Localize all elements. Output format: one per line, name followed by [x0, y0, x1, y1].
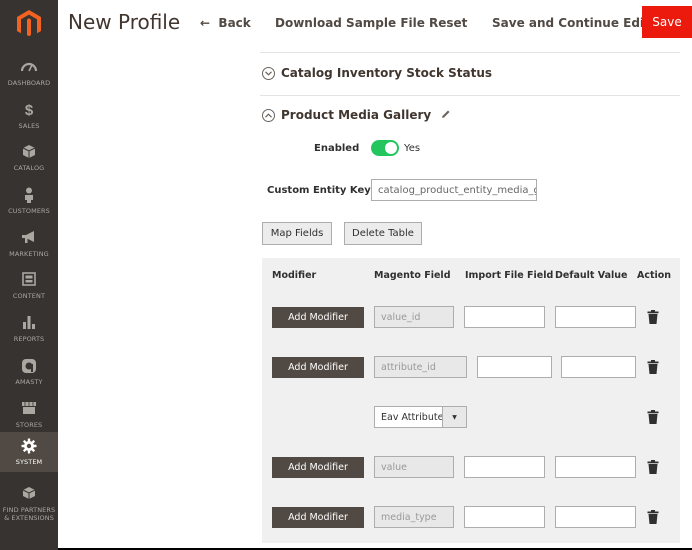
sidebar-label: MARKETING	[9, 250, 49, 258]
sidebar-label: AMASTY	[15, 378, 43, 386]
add-modifier-button[interactable]: Add Modifier	[272, 507, 364, 528]
storefront-icon	[0, 401, 58, 421]
import-field-input[interactable]	[464, 306, 545, 328]
section-divider-top	[260, 52, 680, 53]
sidebar-label: SALES	[18, 122, 40, 130]
section-divider	[260, 95, 680, 96]
sidebar-label: FIND PARTNERS	[2, 506, 56, 514]
import-field-input[interactable]	[464, 506, 545, 528]
enabled-toggle[interactable]	[371, 140, 399, 156]
dollar-icon: $	[24, 102, 34, 119]
sidebar-item-amasty[interactable]: AMASTY	[0, 352, 58, 392]
add-modifier-button[interactable]: Add Modifier	[272, 457, 364, 478]
sidebar-item-find-partners[interactable]: FIND PARTNERS & EXTENSIONS	[0, 480, 58, 524]
add-modifier-button[interactable]: Add Modifier	[272, 307, 364, 328]
magento-field-input[interactable]: value_id	[374, 306, 454, 328]
person-icon	[0, 187, 58, 207]
magento-field-input[interactable]: attribute_id	[374, 356, 467, 378]
amasty-icon	[0, 358, 58, 378]
column-header-default-value: Default Value	[555, 270, 628, 281]
download-sample-button[interactable]: Download Sample File	[275, 16, 425, 30]
sidebar-item-sales[interactable]: $ SALES	[0, 96, 58, 136]
section-title-stock: Catalog Inventory Stock Status	[281, 66, 493, 80]
eav-attribute-select[interactable]: Eav Attribute Option ▼	[374, 406, 467, 428]
reset-button[interactable]: Reset	[429, 16, 467, 30]
magento-field-input[interactable]: value	[374, 456, 454, 478]
save-button[interactable]: Save	[642, 6, 692, 38]
dashboard-icon	[0, 59, 58, 79]
default-value-input[interactable]	[555, 506, 636, 528]
sidebar-item-reports[interactable]: REPORTS	[0, 309, 58, 349]
mapping-table: Modifier Magento Field Import File Field…	[262, 258, 680, 543]
cube-icon	[0, 144, 58, 164]
default-value-input[interactable]	[561, 356, 636, 378]
import-field-input[interactable]	[477, 356, 552, 378]
toggle-knob	[385, 142, 397, 154]
column-header-magento-field: Magento Field	[374, 270, 451, 281]
import-field-input[interactable]	[464, 456, 545, 478]
gear-icon	[0, 438, 58, 458]
sidebar-label: SYSTEM	[15, 458, 43, 466]
dropdown-arrow-icon: ▼	[442, 407, 466, 427]
trash-icon[interactable]	[647, 460, 659, 474]
back-label: Back	[218, 16, 251, 30]
bar-chart-icon	[0, 315, 58, 335]
sidebar-item-dashboard[interactable]: DASHBOARD	[0, 53, 58, 93]
delete-table-button[interactable]: Delete Table	[344, 222, 422, 245]
sidebar-label: CATALOG	[13, 164, 45, 172]
page-header: New Profile ← Back Download Sample File …	[58, 0, 692, 48]
sidebar-item-system[interactable]: SYSTEM	[0, 432, 58, 472]
column-header-action: Action	[637, 270, 672, 281]
section-title-media: Product Media Gallery	[281, 108, 432, 122]
sidebar-item-catalog[interactable]: CATALOG	[0, 138, 58, 178]
box-icon	[0, 486, 58, 506]
trash-icon[interactable]	[647, 410, 659, 424]
enabled-value: Yes	[404, 143, 421, 154]
section-media-gallery[interactable]: Product Media Gallery	[262, 108, 451, 122]
sidebar-label: STORES	[15, 421, 43, 429]
save-continue-button[interactable]: Save and Continue Edit	[492, 16, 650, 30]
back-button[interactable]: ← Back	[200, 16, 251, 30]
sidebar-label: CONTENT	[12, 292, 46, 300]
sidebar-label: CUSTOMERS	[8, 207, 50, 215]
default-value-input[interactable]	[555, 456, 636, 478]
page-title: New Profile	[68, 10, 181, 34]
sidebar-label-2: & EXTENSIONS	[4, 514, 54, 522]
megaphone-icon	[0, 230, 58, 250]
sidebar-label: REPORTS	[13, 335, 45, 343]
arrow-left-icon: ←	[200, 16, 211, 30]
column-header-import-field: Import File Field	[465, 270, 554, 281]
enabled-label: Enabled	[314, 143, 360, 154]
layout-icon	[0, 272, 58, 292]
trash-icon[interactable]	[647, 360, 659, 374]
trash-icon[interactable]	[647, 310, 659, 324]
sidebar-item-stores[interactable]: STORES	[0, 395, 58, 435]
magento-field-input[interactable]: media_type	[374, 506, 454, 528]
pencil-icon[interactable]	[441, 108, 451, 122]
default-value-input[interactable]	[555, 306, 636, 328]
magento-logo-icon	[17, 10, 41, 37]
chevron-up-icon	[262, 108, 275, 122]
sidebar-label: DASHBOARD	[7, 79, 51, 87]
sidebar-item-marketing[interactable]: MARKETING	[0, 224, 58, 264]
section-stock-status[interactable]: Catalog Inventory Stock Status	[262, 66, 492, 80]
chevron-down-icon	[262, 66, 275, 80]
map-fields-button[interactable]: Map Fields	[262, 222, 332, 245]
add-modifier-button[interactable]: Add Modifier	[272, 357, 364, 378]
column-header-modifier: Modifier	[272, 270, 317, 281]
magento-logo[interactable]	[0, 0, 58, 48]
trash-icon[interactable]	[647, 510, 659, 524]
admin-sidebar: DASHBOARD $ SALES CATALOG CUSTOMERS MARK…	[0, 0, 58, 550]
entity-key-input[interactable]: catalog_product_entity_media_gal	[371, 179, 537, 201]
sidebar-item-customers[interactable]: CUSTOMERS	[0, 181, 58, 221]
entity-key-label: Custom Entity Key	[267, 185, 371, 196]
sidebar-item-content[interactable]: CONTENT	[0, 266, 58, 306]
